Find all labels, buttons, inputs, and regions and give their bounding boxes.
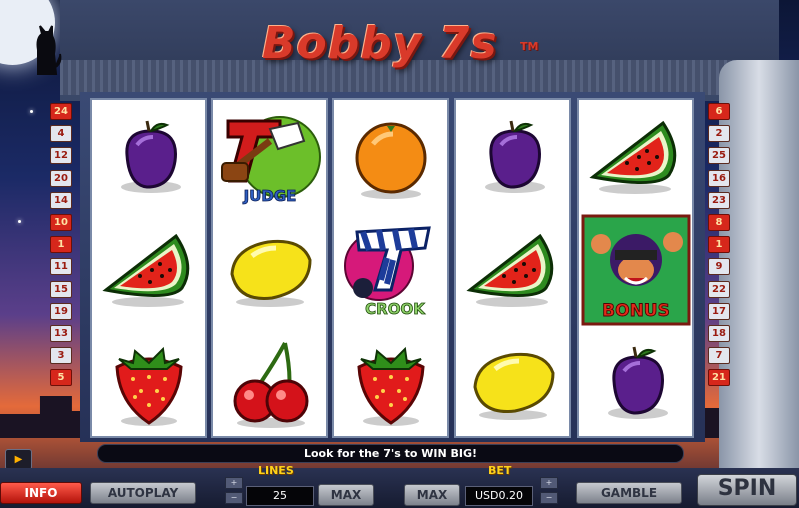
watermelon-symbol-icon [456,213,569,326]
right-payline-badge[interactable]: 7 [708,347,730,365]
reel-4 [454,98,571,438]
left-payline-badge[interactable]: 4 [50,125,72,143]
right-payline-badge[interactable]: 21 [708,369,730,387]
left-payline-badge[interactable]: 1 [50,236,72,254]
watermelon-symbol-icon [579,100,692,213]
right-payline-column: 6 2 25 16 23 8 1 9 22 17 18 7 21 [708,103,730,391]
cat-silhouette-icon [36,25,62,75]
reel-1 [90,98,207,438]
strawberry-symbol-icon [92,326,205,439]
message-bar: Look for the 7's to WIN BIG! [97,444,684,463]
left-payline-badge[interactable]: 20 [50,169,72,187]
left-payline-badge[interactable]: 19 [50,302,72,320]
trademark-mark: TM [520,40,539,53]
lines-label: LINES [258,464,294,477]
bonus-symbol-label: BONUS [602,301,670,321]
right-payline-badge[interactable]: 25 [708,147,730,165]
left-payline-badge[interactable]: 13 [50,324,72,342]
judge-symbol-label: JUDGE [242,187,296,205]
right-payline-badge[interactable]: 9 [708,258,730,276]
right-payline-badge[interactable]: 17 [708,302,730,320]
judge-symbol-icon: JUDGE [213,100,326,213]
right-payline-badge[interactable]: 8 [708,213,730,231]
left-payline-badge[interactable]: 15 [50,280,72,298]
left-payline-badge[interactable]: 3 [50,347,72,365]
bet-max-button[interactable]: MAX [404,484,460,506]
left-payline-badge[interactable]: 5 [50,369,72,387]
reel-3: CROOK [332,98,449,438]
spin-button[interactable]: SPIN [697,474,797,506]
left-payline-badge[interactable]: 24 [50,103,72,120]
plum-symbol-icon [456,100,569,213]
lines-value-display: 25 [246,486,314,506]
bet-value-display: USD0.20 [465,486,533,506]
right-payline-badge[interactable]: 16 [708,169,730,187]
bonus-symbol-icon: BONUS [579,213,692,326]
sound-toggle-button[interactable]: ▶ [5,449,32,470]
crook-symbol-icon: CROOK [334,213,447,326]
lines-increase-button[interactable]: + [225,477,243,489]
bet-increase-button[interactable]: + [540,477,558,489]
cherries-symbol-icon [213,326,326,439]
crook-symbol-label: CROOK [365,300,426,318]
star-icon [30,110,33,113]
lines-max-button[interactable]: MAX [318,484,374,506]
lemon-symbol-icon [456,326,569,439]
left-payline-badge[interactable]: 10 [50,213,72,231]
strawberry-symbol-icon [334,326,447,439]
watermelon-symbol-icon [92,213,205,326]
reel-5: BONUS [577,98,694,438]
right-payline-badge[interactable]: 23 [708,191,730,209]
right-payline-badge[interactable]: 18 [708,324,730,342]
info-button[interactable]: INFO [0,482,82,504]
left-payline-badge[interactable]: 12 [50,147,72,165]
autoplay-button[interactable]: AUTOPLAY [90,482,196,504]
bet-label: BET [488,464,512,477]
right-payline-badge[interactable]: 2 [708,125,730,143]
plum-symbol-icon [92,100,205,213]
orange-symbol-icon [334,100,447,213]
plum-symbol-icon [579,326,692,439]
bet-decrease-button[interactable]: − [540,492,558,504]
lines-decrease-button[interactable]: − [225,492,243,504]
star-icon [18,220,21,223]
right-payline-badge[interactable]: 22 [708,280,730,298]
left-payline-column: 24 4 12 20 14 10 1 11 15 19 13 3 5 [50,103,72,391]
left-payline-badge[interactable]: 11 [50,258,72,276]
left-payline-badge[interactable]: 14 [50,191,72,209]
gamble-button[interactable]: GAMBLE [576,482,682,504]
lemon-symbol-icon [213,213,326,326]
drainpipe [719,60,799,500]
game-title: Bobby 7s [262,18,498,69]
right-payline-badge[interactable]: 1 [708,236,730,254]
reel-2: JUDGE [211,98,328,438]
right-payline-badge[interactable]: 6 [708,103,730,120]
